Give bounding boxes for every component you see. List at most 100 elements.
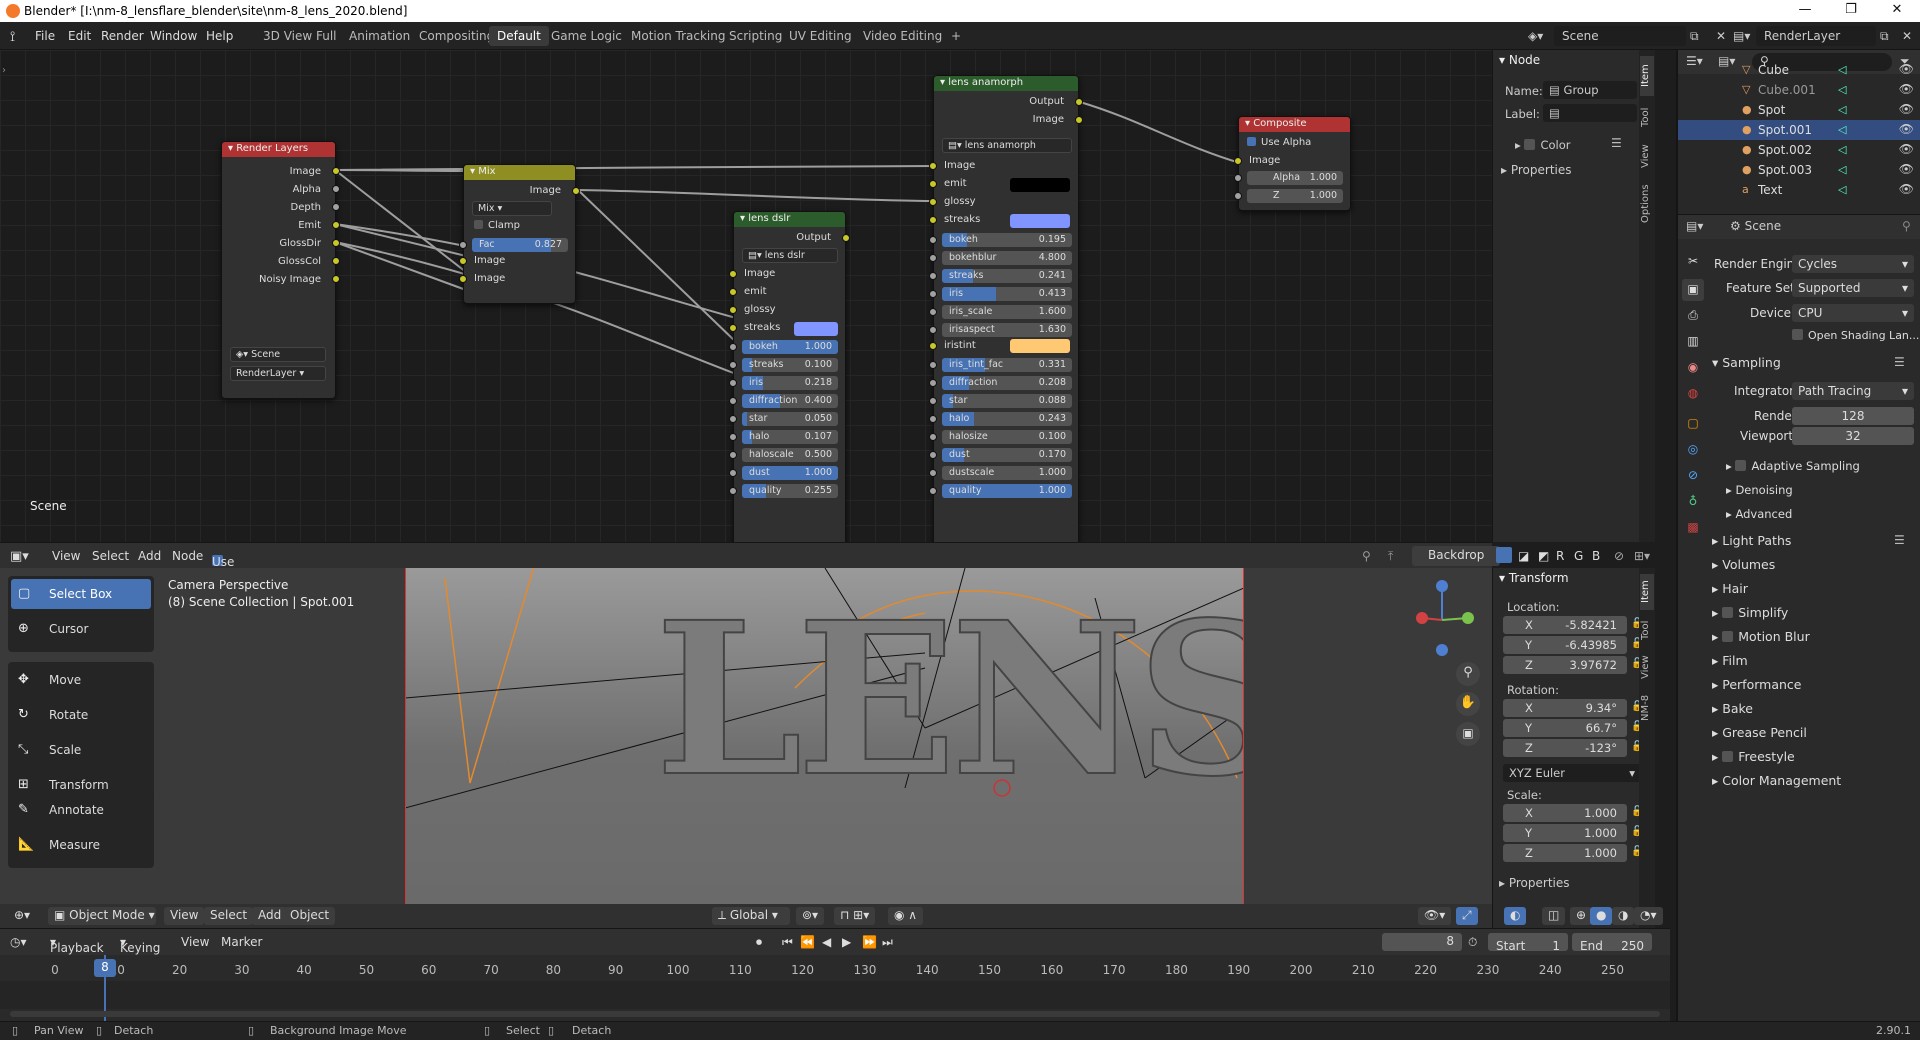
lens-dslr-node[interactable]: ▾ lens dslr Output ▤▾ lens dslr Image em… <box>729 211 850 564</box>
lens-anamorph-socket-streaks[interactable] <box>929 216 937 224</box>
tool-cursor[interactable]: ⊕ Cursor <box>11 614 151 644</box>
play-reverse-icon[interactable]: ◀ <box>822 935 831 949</box>
composite-node-header[interactable]: ▾ Composite <box>1239 117 1350 132</box>
lens-dslr-socket-image[interactable] <box>729 270 737 278</box>
menu-help[interactable]: Help <box>206 29 233 43</box>
add-workspace-button[interactable]: + <box>943 26 969 46</box>
lens-anamorph-socket-halo[interactable] <box>929 415 937 423</box>
object-tab-icon[interactable]: ▢ <box>1682 413 1704 435</box>
bake-section[interactable]: ▸ Bake <box>1712 701 1753 716</box>
playhead-frame-badge[interactable]: 8 <box>94 959 116 977</box>
color-list-icon[interactable]: ☰ <box>1611 136 1622 150</box>
transform-section-header[interactable]: ▾ Transform <box>1499 571 1569 585</box>
lens-dslr-field-halo[interactable]: halo 0.107 <box>742 430 838 444</box>
location-z-field[interactable]: Z 3.97672 <box>1503 656 1627 674</box>
backdrop-alpha-icon[interactable]: ◪ <box>1518 549 1529 563</box>
camera-frame[interactable]: LENS <box>405 568 1244 904</box>
output-socket-alpha[interactable] <box>332 185 340 193</box>
viewport-menu-view[interactable]: View <box>164 907 205 925</box>
scene-icon[interactable]: ◈▾ <box>1528 29 1543 43</box>
lens-anamorph-socket-iris[interactable] <box>929 290 937 298</box>
vp-tab-item[interactable]: Item <box>1640 574 1654 610</box>
outliner-row-spot-002[interactable]: ● Spot.002 ◁ 👁 <box>1678 140 1920 160</box>
menu-render[interactable]: Render <box>101 29 144 43</box>
volumes-section[interactable]: ▸ Volumes <box>1712 557 1775 572</box>
adaptive-sampling-section[interactable]: ▸ Adaptive Sampling <box>1726 459 1860 473</box>
advanced-section[interactable]: ▸ Advanced <box>1726 507 1792 521</box>
lens-anamorph-output-socket[interactable] <box>1075 98 1083 106</box>
viewport-editor-type-icon[interactable]: ⊕▾ <box>8 907 36 925</box>
simplify-section[interactable]: ▸ Simplify <box>1712 605 1788 620</box>
lens-dslr-socket-streaks[interactable] <box>729 324 737 332</box>
eye-icon[interactable]: 👁 <box>1899 142 1914 156</box>
render-engine-dropdown[interactable]: Cycles ▾ <box>1792 255 1914 273</box>
tool-scale[interactable]: ⤡ Scale <box>11 735 151 765</box>
mix-blend-dropdown[interactable]: Mix ▾ <box>472 201 552 216</box>
feature-set-dropdown[interactable]: Supported ▾ <box>1792 279 1914 297</box>
scene-tab-icon[interactable]: ◉ <box>1682 357 1704 379</box>
composite-socket-image[interactable] <box>1234 157 1242 165</box>
mix-node[interactable]: ▾ Mix Image Mix ▾ Clamp Fac 0.827 Image … <box>459 164 580 304</box>
texture-tab-icon[interactable]: ▩ <box>1682 517 1704 539</box>
tab-item[interactable]: Item <box>1640 56 1654 96</box>
vp-tab-tool[interactable]: Tool <box>1640 614 1654 646</box>
jump-start-icon[interactable]: ⏮ <box>782 935 793 950</box>
node-section-header[interactable]: ▾ Node <box>1499 53 1540 67</box>
zoom-icon[interactable]: ⚲ <box>1456 662 1480 686</box>
eye-icon[interactable]: 👁 <box>1899 122 1914 136</box>
lens-anamorph-field-halosize[interactable]: halosize 0.100 <box>942 430 1072 444</box>
timeline-scrollbar[interactable] <box>10 1011 1660 1017</box>
lens-anamorph-socket-dustscale[interactable] <box>929 469 937 477</box>
lens-dslr-field-bokeh[interactable]: bokeh 1.000 <box>742 340 838 354</box>
constraint-tab-icon[interactable]: ⊘ <box>1682 465 1704 487</box>
render-layers-node[interactable]: ▾ Render Layers Image Alpha Depth Emit G… <box>221 141 340 399</box>
lens-anamorph-socket-quality[interactable] <box>929 487 937 495</box>
gizmo-toggle-icon[interactable]: ⤢ <box>1456 907 1478 925</box>
tab-video-editing[interactable]: Video Editing <box>855 26 950 46</box>
lens-dslr-node-header[interactable]: ▾ lens dslr <box>734 212 845 227</box>
lens-anamorph-field-iris-scale[interactable]: iris_scale 1.600 <box>942 305 1072 319</box>
play-icon[interactable]: ▶ <box>842 935 851 949</box>
node-color-toggle[interactable]: ▸ Color <box>1515 138 1570 152</box>
transform-orientation-dropdown[interactable]: ⟂ Global ▾ <box>712 907 790 925</box>
mix-output-socket[interactable] <box>572 187 580 195</box>
color-management-section[interactable]: ▸ Color Management <box>1712 773 1841 788</box>
timeline-track-area[interactable] <box>0 981 1670 1009</box>
lens-dslr-socket-glossy[interactable] <box>729 306 737 314</box>
composite-z-field[interactable]: Z 1.000 <box>1247 189 1343 203</box>
hair-section[interactable]: ▸ Hair <box>1712 581 1748 596</box>
outliner-row-text[interactable]: a Text ◁ 👁 <box>1678 180 1920 200</box>
overlays-toggle-icon[interactable]: ◐ <box>1504 907 1527 925</box>
composite-socket-alpha[interactable] <box>1234 174 1242 182</box>
lens-dslr-field-streaks[interactable]: streaks 0.100 <box>742 358 838 372</box>
motion-blur-section[interactable]: ▸ Motion Blur <box>1712 629 1810 644</box>
world-tab-icon[interactable]: ◍ <box>1682 383 1704 405</box>
eye-icon[interactable]: 👁 <box>1899 62 1914 76</box>
lens-anamorph-iristint-color[interactable] <box>1010 339 1070 353</box>
new-scene-icon[interactable]: ⧉ <box>1690 29 1699 44</box>
output-socket-depth[interactable] <box>332 203 340 211</box>
channel-r[interactable]: R <box>1556 549 1564 563</box>
lens-dslr-field-quality[interactable]: quality 0.255 <box>742 484 838 498</box>
gizmo-y-icon[interactable] <box>1462 612 1474 624</box>
lens-anamorph-socket-emit[interactable] <box>929 180 937 188</box>
timeline-editor[interactable]: ◷▾ Playback ▾ Keying ▾ View Marker ⏺ ⏮ ⏪… <box>0 928 1670 1024</box>
eye-icon[interactable]: 👁 <box>1899 162 1914 176</box>
integrator-dropdown[interactable]: Path Tracing ▾ <box>1792 382 1914 400</box>
denoising-section[interactable]: ▸ Denoising <box>1726 483 1793 497</box>
end-frame-field[interactable]: End 250 <box>1572 933 1652 953</box>
viewport-properties-section[interactable]: ▸ Properties <box>1499 876 1570 890</box>
vp-tab-view[interactable]: View <box>1640 650 1654 684</box>
properties-editor-type-icon[interactable]: ▤▾ <box>1686 219 1703 233</box>
jump-end-icon[interactable]: ⏭ <box>882 935 893 950</box>
lens-anamorph-emit-color[interactable] <box>1010 178 1070 192</box>
lens-dslr-output-socket[interactable] <box>842 234 850 242</box>
output-socket-image[interactable] <box>332 167 340 175</box>
menu-file[interactable]: File <box>35 29 55 43</box>
lens-anamorph-socket-star[interactable] <box>929 397 937 405</box>
eye-icon[interactable]: 👁 <box>1899 102 1914 116</box>
viewport-menu-select[interactable]: Select <box>204 907 254 925</box>
node-menu-node[interactable]: Node <box>172 549 203 563</box>
blender-menu-icon[interactable]: ⟟ <box>10 29 15 45</box>
rotation-mode-dropdown[interactable]: XYZ Euler ▾ <box>1503 764 1641 782</box>
